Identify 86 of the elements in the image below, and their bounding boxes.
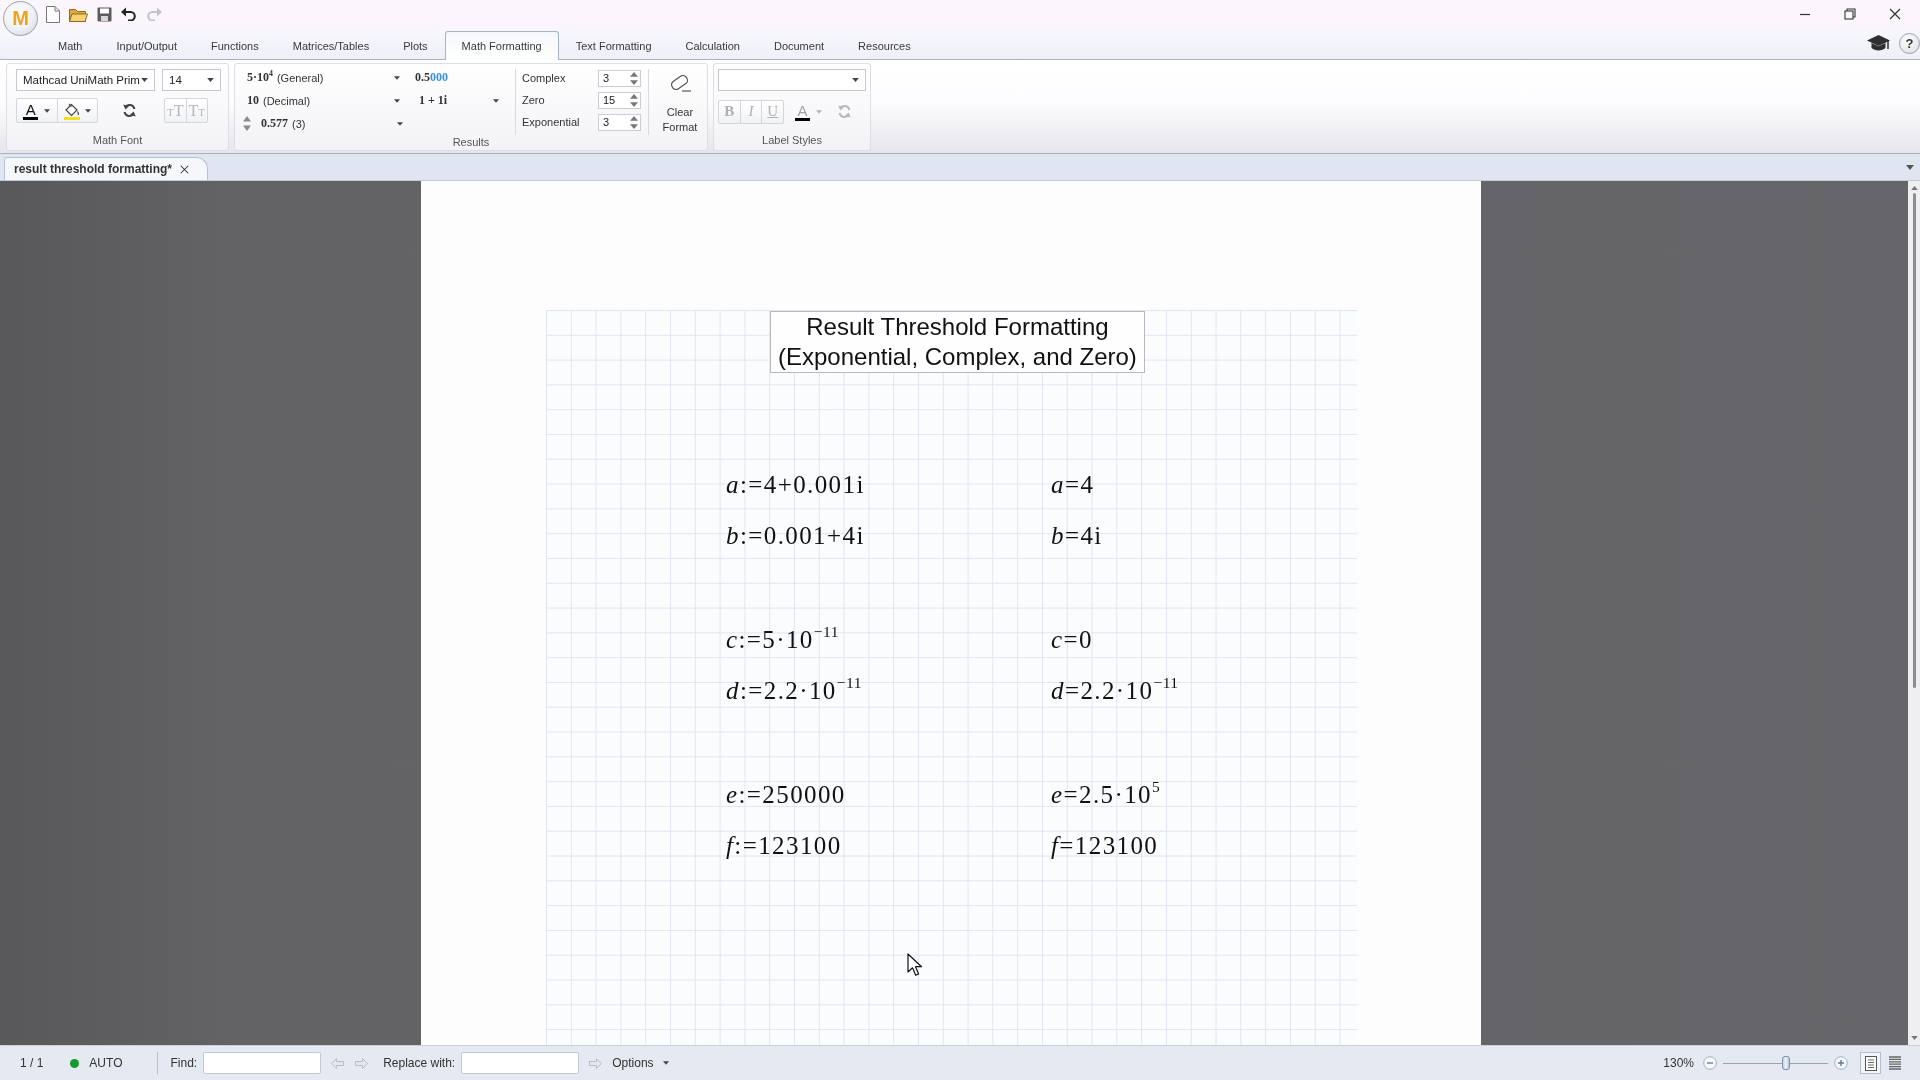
open-folder-icon[interactable] — [69, 6, 88, 22]
caret-icon[interactable] — [852, 78, 859, 82]
math-definition: c:=5·10$^{−11}$ — [726, 621, 839, 655]
spin-arrows-icon[interactable] — [630, 93, 638, 107]
group-label: Results — [451, 135, 491, 150]
scroll-thumb[interactable] — [1913, 193, 1916, 688]
ribbon-tab[interactable]: Math Formatting — [444, 31, 559, 60]
threshold-label: Complex — [522, 72, 567, 84]
font-dropdown[interactable]: Mathcad UniMath Prim — [16, 69, 155, 91]
ribbon-tab[interactable]: Matrices/Tables — [275, 31, 387, 59]
ribbon-tab[interactable]: Document — [756, 31, 842, 59]
title-line: (Exponential, Complex, and Zero) — [778, 342, 1137, 372]
help-button[interactable]: ? — [1899, 33, 1920, 54]
graduation-cap-icon[interactable] — [1866, 34, 1891, 53]
caret-icon[interactable] — [397, 121, 403, 126]
clear-format-button[interactable]: Clear Format — [654, 66, 706, 135]
caret-icon[interactable] — [493, 98, 499, 103]
caret-icon[interactable] — [394, 98, 400, 103]
ribbon-tab[interactable]: Text Formatting — [558, 31, 669, 59]
threshold-field[interactable]: 3 — [598, 69, 641, 87]
ribbon-tab[interactable]: Input/Output — [99, 31, 194, 59]
scroll-down-icon[interactable] — [1910, 1036, 1918, 1040]
replace-label: Replace with: — [383, 1056, 456, 1070]
math-result: d=2.2·10$^{−11}$ — [1051, 672, 1179, 706]
group-label: Label Styles — [761, 133, 823, 148]
math-result: c=0 — [1051, 625, 1093, 655]
mouse-cursor-icon — [907, 953, 923, 977]
math-definition: b:=0.001+4i — [726, 521, 865, 551]
save-icon[interactable] — [97, 6, 112, 22]
spin-arrows-icon[interactable] — [630, 71, 638, 85]
threshold-field[interactable]: 15 — [598, 91, 641, 109]
math-definition: a:=4+0.001i — [726, 470, 865, 500]
zoom-in-icon[interactable] — [1834, 1056, 1848, 1070]
radix-dropdown[interactable]: 10 (Decimal) — [241, 90, 406, 111]
trailing-zeros-button[interactable]: 0.5000 — [409, 67, 469, 88]
options-button[interactable]: Options — [612, 1056, 669, 1070]
new-document-icon[interactable] — [46, 5, 60, 23]
ribbon-tab[interactable]: Calculation — [668, 31, 757, 59]
caret-icon[interactable] — [1906, 164, 1914, 170]
zoom-slider-thumb[interactable] — [1782, 1056, 1790, 1070]
lines-icon[interactable] — [1888, 1056, 1901, 1070]
close-icon[interactable] — [180, 164, 189, 174]
math-definition: f:=123100 — [726, 831, 842, 861]
ribbon-tab[interactable]: Resources — [841, 31, 928, 59]
calc-mode-label[interactable]: AUTO — [89, 1056, 123, 1070]
spin-arrows-icon[interactable] — [243, 116, 251, 131]
threshold-label: Zero — [522, 94, 546, 106]
precision-dropdown[interactable]: 0.577 (3) — [255, 113, 409, 134]
ribbon-tab[interactable]: Math — [41, 31, 100, 59]
result-format-dropdown[interactable]: 5·10$^{4}$ (General) — [241, 67, 406, 88]
page-icon[interactable] — [1864, 1055, 1877, 1071]
caret-icon[interactable] — [141, 78, 148, 82]
group-label: Math Font — [91, 133, 144, 148]
caret-icon[interactable] — [662, 1061, 669, 1065]
title-line: Result Threshold Formatting — [806, 312, 1109, 342]
close-icon[interactable] — [1889, 8, 1901, 20]
scroll-up-icon[interactable] — [1910, 186, 1918, 190]
cycle-arrows-icon[interactable] — [122, 103, 137, 118]
ribbon-tab[interactable]: Plots — [386, 31, 445, 59]
status-dot-icon — [70, 1058, 80, 1068]
math-result: a=4 — [1051, 470, 1095, 500]
vertical-scrollbar[interactable] — [1908, 181, 1920, 1045]
replace-field[interactable] — [461, 1052, 580, 1074]
find-label: Find: — [170, 1056, 198, 1070]
math-definition: e:=250000 — [726, 780, 846, 810]
math-result: e=2.5·10$^{5}$ — [1051, 776, 1161, 810]
page-counter: 1 / 1 — [20, 1056, 44, 1070]
caret-icon[interactable] — [44, 108, 51, 113]
font-size-dropdown[interactable]: 14 — [162, 69, 221, 91]
ribbon-tab[interactable]: Functions — [194, 31, 276, 59]
find-field[interactable] — [203, 1052, 322, 1074]
threshold-label: Exponential — [522, 116, 581, 128]
math-result: f=123100 — [1051, 831, 1159, 861]
caret-icon[interactable] — [394, 75, 400, 80]
zoom-reading: 130% — [1663, 1056, 1694, 1070]
math-result: b=4i — [1051, 521, 1103, 551]
undo-icon[interactable] — [121, 7, 137, 21]
threshold-field[interactable]: 3 — [598, 113, 641, 131]
file-tab[interactable]: result threshold formatting* — [4, 157, 208, 180]
caret-icon[interactable] — [84, 108, 91, 113]
math-definition: d:=2.2·10$^{−11}$ — [726, 672, 862, 706]
complex-format-dropdown[interactable]: 1 + 1i — [409, 90, 505, 111]
paint-bucket-icon[interactable] — [63, 101, 80, 120]
restore-icon[interactable] — [1844, 8, 1856, 20]
spin-arrows-icon[interactable] — [630, 115, 638, 129]
caret-icon[interactable] — [207, 78, 214, 82]
